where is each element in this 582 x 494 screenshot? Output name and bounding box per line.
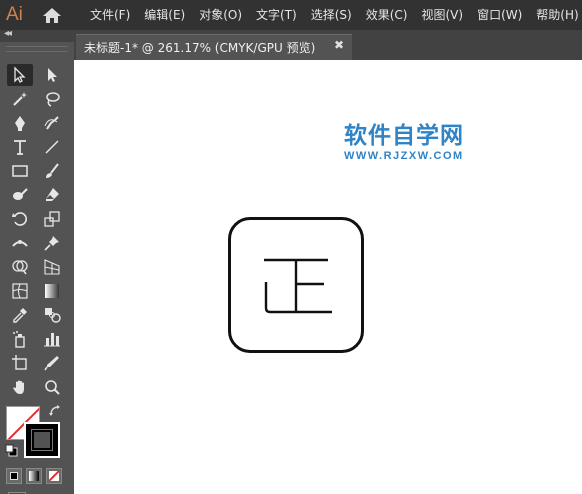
perspective-grid-icon <box>44 259 60 275</box>
default-fill-stroke-icon[interactable] <box>5 444 18 457</box>
magnifier-icon <box>45 380 60 395</box>
stroke-swatch[interactable] <box>24 422 60 458</box>
scale-icon <box>44 211 60 227</box>
none-mode-button[interactable] <box>46 468 62 484</box>
magic-wand-tool[interactable] <box>7 88 33 110</box>
rounded-rectangle-artwork[interactable] <box>228 217 364 353</box>
mesh-grid-icon <box>12 283 28 299</box>
eyedropper-tool[interactable] <box>7 304 33 326</box>
eraser-icon <box>46 188 59 201</box>
zheng-character-artwork[interactable] <box>231 220 361 350</box>
menu-type[interactable]: 文字(T) <box>256 0 297 30</box>
rotate-tool[interactable] <box>7 208 33 230</box>
color-mode-button[interactable] <box>6 468 22 484</box>
paintbrush-icon <box>46 163 59 178</box>
menu-items: 文件(F) 编辑(E) 对象(O) 文字(T) 选择(S) 效果(C) 视图(V… <box>90 0 582 30</box>
stroke-swatch-inner <box>31 429 53 451</box>
hand-tool[interactable] <box>7 376 33 398</box>
watermark-url: WWW.RJZXW.COM <box>344 150 464 162</box>
lasso-icon <box>46 92 60 107</box>
paintbrush-tool[interactable] <box>39 160 65 182</box>
zoom-tool[interactable] <box>39 376 65 398</box>
shape-builder-icon <box>12 260 28 275</box>
collapse-panel-icon[interactable]: ◂◂ <box>4 28 12 39</box>
gradient-mode-button[interactable] <box>26 468 42 484</box>
artboard-canvas[interactable]: 软件自学网 WWW.RJZXW.COM <box>74 60 582 494</box>
swap-fill-stroke-icon[interactable] <box>48 404 62 418</box>
puppet-warp-tool[interactable] <box>39 232 65 254</box>
perspective-grid-tool[interactable] <box>39 256 65 278</box>
line-segment-icon <box>45 140 59 154</box>
gradient-tool[interactable] <box>39 280 65 302</box>
home-icon[interactable] <box>42 7 62 24</box>
type-tool[interactable] <box>7 136 33 158</box>
gradient-mode-icon <box>29 471 39 481</box>
blob-brush-icon <box>13 188 28 200</box>
type-t-icon <box>14 140 26 155</box>
menu-object[interactable]: 对象(O) <box>199 0 242 30</box>
menu-help[interactable]: 帮助(H) <box>536 0 578 30</box>
watermark-title: 软件自学网 <box>344 123 464 149</box>
blend-icon <box>45 308 61 323</box>
menu-effect[interactable]: 效果(C) <box>366 0 408 30</box>
mesh-tool[interactable] <box>7 280 33 302</box>
document-area: 未标题-1* @ 261.17% (CMYK/GPU 预览) ✖ 软件自学网 W… <box>74 30 582 494</box>
menu-edit[interactable]: 编辑(E) <box>144 0 185 30</box>
direct-selection-tool[interactable] <box>39 64 65 86</box>
watermark: 软件自学网 WWW.RJZXW.COM <box>344 122 494 162</box>
width-tool-icon <box>12 240 28 247</box>
line-tool[interactable] <box>39 136 65 158</box>
menu-view[interactable]: 视图(V) <box>421 0 463 30</box>
column-graph-tool[interactable] <box>39 328 65 350</box>
direct-selection-arrow-icon <box>48 68 57 82</box>
blend-tool[interactable] <box>39 304 65 326</box>
blob-brush-tool[interactable] <box>7 184 33 206</box>
knife-icon <box>44 356 59 371</box>
lasso-tool[interactable] <box>39 88 65 110</box>
pen-tool[interactable] <box>7 112 33 134</box>
pen-nib-icon <box>15 116 25 131</box>
eraser-tool[interactable] <box>39 184 65 206</box>
document-tab-title: 未标题-1* @ 261.17% (CMYK/GPU 预览) <box>84 41 316 55</box>
document-tab[interactable]: 未标题-1* @ 261.17% (CMYK/GPU 预览) ✖ <box>76 34 352 60</box>
menu-window[interactable]: 窗口(W) <box>477 0 522 30</box>
close-icon[interactable]: ✖ <box>334 38 344 52</box>
color-mode-icon <box>10 472 18 480</box>
rotate-icon <box>12 212 27 226</box>
shape-builder-tool[interactable] <box>7 256 33 278</box>
none-mode-icon <box>49 471 59 481</box>
tools-panel: ◂◂ <box>0 28 74 494</box>
artboard-tool[interactable] <box>7 352 33 374</box>
app-logo: Ai <box>6 4 23 25</box>
artboard-icon <box>12 355 27 370</box>
pushpin-icon <box>44 236 59 251</box>
rectangle-tool[interactable] <box>7 160 33 182</box>
bar-chart-icon <box>44 333 60 347</box>
curvature-pen-icon <box>44 116 59 130</box>
curvature-tool[interactable] <box>39 112 65 134</box>
magic-wand-icon <box>13 92 27 106</box>
rectangle-icon <box>12 165 28 177</box>
tools-panel-header: ◂◂ <box>0 28 74 42</box>
spray-can-icon <box>13 331 25 348</box>
panel-grip[interactable] <box>6 46 68 52</box>
selection-arrow-icon <box>14 66 26 83</box>
symbol-sprayer-tool[interactable] <box>7 328 33 350</box>
gradient-swatch-icon <box>45 284 59 298</box>
document-tab-bar: 未标题-1* @ 261.17% (CMYK/GPU 预览) ✖ <box>74 30 582 60</box>
slice-tool[interactable] <box>39 352 65 374</box>
eyedropper-icon <box>13 308 27 323</box>
menu-select[interactable]: 选择(S) <box>311 0 352 30</box>
menu-bar: Ai 文件(F) 编辑(E) 对象(O) 文字(T) 选择(S) 效果(C) 视… <box>0 0 582 30</box>
scale-tool[interactable] <box>39 208 65 230</box>
selection-tool[interactable] <box>7 64 33 86</box>
width-tool[interactable] <box>7 232 33 254</box>
color-mode-row <box>6 468 62 484</box>
menu-file[interactable]: 文件(F) <box>90 0 130 30</box>
hand-icon <box>13 380 24 394</box>
